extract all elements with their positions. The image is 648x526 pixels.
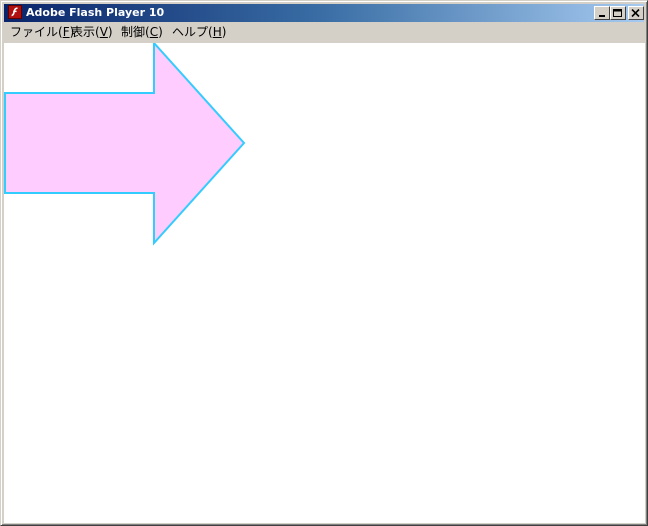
menu-control[interactable]: 制御(C) [120, 25, 164, 40]
window-title: Adobe Flash Player 10 [26, 6, 165, 19]
stage-canvas [4, 43, 246, 246]
maximize-button[interactable] [610, 6, 626, 20]
flash-stage[interactable] [4, 43, 645, 523]
menu-view[interactable]: 表示(V) [70, 25, 114, 40]
maximize-icon [613, 9, 622, 17]
menu-bar: ファイル(F) 表示(V) 制御(C) ヘルプ(H) [4, 23, 644, 42]
arrow-shape [4, 43, 246, 246]
minimize-icon [599, 15, 605, 17]
menu-help[interactable]: ヘルプ(H) [171, 25, 227, 40]
close-button[interactable] [628, 6, 644, 20]
title-bar[interactable]: Adobe Flash Player 10 [4, 4, 644, 22]
flash-icon[interactable] [8, 5, 22, 19]
close-icon [631, 9, 640, 18]
minimize-button[interactable] [594, 6, 610, 20]
menu-file[interactable]: ファイル(F) [9, 25, 75, 40]
flash-player-window: Adobe Flash Player 10 ファイル(F) 表示(V) 制御(C… [0, 0, 648, 526]
